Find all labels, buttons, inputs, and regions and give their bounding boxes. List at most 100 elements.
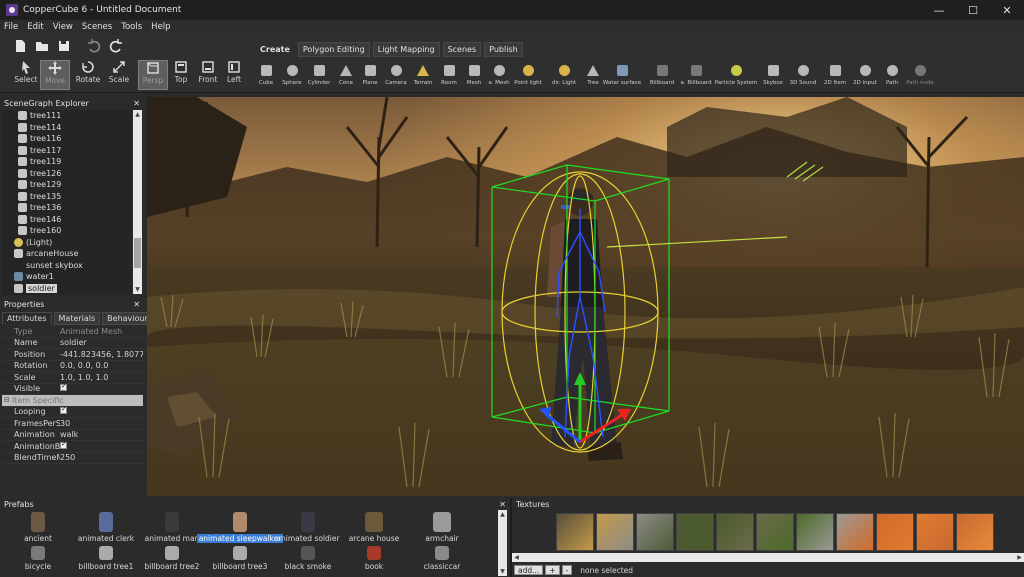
tab-create[interactable]: Create (255, 42, 295, 57)
texture-thumbnail[interactable] (676, 513, 714, 551)
create-camera-button[interactable]: Camera (383, 62, 409, 86)
tree-node-water[interactable]: water1 (2, 271, 132, 283)
prefab-bicycle[interactable]: bicycle (0, 546, 76, 571)
view-top-button[interactable]: Top (166, 60, 196, 90)
tab-attributes[interactable]: Attributes (2, 312, 52, 325)
texture-thumbnail[interactable] (796, 513, 834, 551)
scenegraph-close-button[interactable]: ✕ (133, 99, 140, 108)
tree-node[interactable]: tree160 (2, 225, 132, 237)
scroll-left-icon[interactable]: ◀ (512, 553, 521, 562)
maximize-button[interactable]: ☐ (956, 0, 990, 20)
property-section-item-specific[interactable]: ⊟ Item Specific (2, 395, 143, 407)
menu-file[interactable]: File (4, 22, 18, 32)
texture-thumbnail[interactable] (756, 513, 794, 551)
undo-button[interactable] (86, 38, 102, 54)
tree-node[interactable]: tree116 (2, 133, 132, 145)
tree-node[interactable]: tree114 (2, 122, 132, 134)
create-point-light-button[interactable]: Point light (514, 62, 542, 86)
tree-node-arcanehouse[interactable]: arcaneHouse (2, 248, 132, 260)
scale-value-field[interactable]: 1.0, 1.0, 1.0 (60, 373, 143, 382)
tab-scenes[interactable]: Scenes (442, 42, 482, 57)
create-mesh-button[interactable]: Mesh (461, 62, 487, 86)
scroll-up-icon[interactable]: ▲ (498, 510, 507, 519)
redo-button[interactable] (108, 38, 124, 54)
prefab-billboard-tree1[interactable]: billboard tree1 (68, 546, 144, 571)
create-2d-item-button[interactable]: 2D Item (822, 62, 848, 86)
tab-behaviour[interactable]: Behaviour (102, 312, 153, 325)
texture-thumbnail[interactable] (596, 513, 634, 551)
prefab-animated-clerk[interactable]: animated clerk (68, 512, 144, 543)
scroll-down-icon[interactable]: ▼ (133, 285, 142, 294)
create-cube-button[interactable]: Cube (253, 62, 279, 86)
menu-edit[interactable]: Edit (27, 22, 43, 32)
tree-node-soldier[interactable]: soldier (2, 283, 132, 295)
view-persp-button[interactable]: Persp (138, 60, 168, 90)
animation-blend-checkbox[interactable] (60, 441, 67, 449)
tree-node[interactable]: tree146 (2, 214, 132, 226)
tree-node[interactable]: tree126 (2, 168, 132, 180)
tree-node[interactable]: tree135 (2, 191, 132, 203)
create-animated-mesh-button[interactable]: a. Mesh (486, 62, 512, 86)
prefab-animated-soldier[interactable]: animated soldier (270, 512, 346, 543)
create-particle-system-button[interactable]: Particle System (715, 62, 757, 86)
create-cone-button[interactable]: Cone (333, 62, 359, 86)
texture-thumbnail[interactable] (836, 513, 874, 551)
tab-materials[interactable]: Materials (53, 312, 101, 325)
select-tool-button[interactable]: Select (11, 60, 41, 90)
scale-tool-button[interactable]: Scale (104, 60, 134, 90)
create-billboard-button[interactable]: Billboard (649, 62, 675, 86)
visible-checkbox[interactable] (60, 384, 67, 392)
create-plane-button[interactable]: Plane (357, 62, 383, 86)
texture-thumbnail[interactable] (876, 513, 914, 551)
create-dir-light-button[interactable]: dir. Light (551, 62, 577, 86)
prefab-animated-sleepwalker[interactable]: animated sleepwalker (196, 512, 284, 543)
tab-polygon-editing[interactable]: Polygon Editing (297, 42, 370, 57)
create-terrain-button[interactable]: Terrain (410, 62, 436, 86)
menu-tools[interactable]: Tools (121, 22, 142, 32)
scenegraph-scrollbar[interactable]: ▲ ▼ (133, 110, 142, 294)
texture-thumbnail[interactable] (636, 513, 674, 551)
tree-node[interactable]: tree136 (2, 202, 132, 214)
texture-thumbnail[interactable] (716, 513, 754, 551)
scenegraph-scroll-thumb[interactable] (134, 238, 141, 268)
texture-thumbnail[interactable] (956, 513, 994, 551)
prefab-arcane-house[interactable]: arcane house (336, 512, 412, 543)
blend-time-value-field[interactable]: 250 (60, 453, 143, 462)
tab-light-mapping[interactable]: Light Mapping (372, 42, 440, 57)
create-3d-sound-button[interactable]: 3D Sound (790, 62, 816, 86)
create-path-node-button[interactable]: Path node (906, 62, 934, 86)
close-button[interactable]: ✕ (990, 0, 1024, 20)
create-cylinder-button[interactable]: Cylinder (306, 62, 332, 86)
scroll-right-icon[interactable]: ▶ (1015, 553, 1024, 562)
open-document-button[interactable] (34, 38, 50, 54)
property-row-looping[interactable]: Looping (2, 407, 143, 418)
tree-node[interactable]: tree117 (2, 145, 132, 157)
fps-value-field[interactable]: 30 (60, 419, 143, 428)
move-tool-button[interactable]: Move (40, 60, 70, 90)
view-left-button[interactable]: Left (219, 60, 249, 90)
position-value-field[interactable]: -441.823456, 1.80776 (60, 350, 143, 359)
menu-help[interactable]: Help (151, 22, 170, 32)
property-row-visible[interactable]: Visible (2, 384, 143, 395)
3d-viewport[interactable] (147, 97, 1024, 496)
prefab-billboard-tree3[interactable]: billboard tree3 (202, 546, 278, 571)
property-row-animation-blend[interactable]: AnimationBlenc (2, 441, 143, 453)
texture-thumbnail[interactable] (916, 513, 954, 551)
property-row-blend-time[interactable]: BlendTimeMs250 (2, 453, 143, 464)
add-plus-button[interactable]: + (545, 565, 560, 575)
create-sphere-button[interactable]: Sphere (279, 62, 305, 86)
prefab-classiccar[interactable]: classiccar (404, 546, 480, 571)
scroll-up-icon[interactable]: ▲ (133, 110, 142, 119)
name-value-field[interactable]: soldier (60, 338, 143, 347)
property-row-animation[interactable]: Animation walk (2, 430, 143, 441)
properties-close-button[interactable]: ✕ (133, 300, 140, 309)
prefab-billboard-tree2[interactable]: billboard tree2 (134, 546, 210, 571)
create-skybox-button[interactable]: Skybox (760, 62, 786, 86)
prefabs-scrollbar[interactable]: ▲ ▼ (498, 510, 507, 576)
new-document-button[interactable] (12, 38, 28, 54)
prefab-armchair[interactable]: armchair (404, 512, 480, 543)
tree-node[interactable]: tree129 (2, 179, 132, 191)
property-row-position[interactable]: Position -441.823456, 1.80776 (2, 349, 143, 361)
remove-texture-button[interactable]: - (561, 565, 573, 575)
tree-node-skybox[interactable]: sunset skybox (2, 260, 132, 272)
